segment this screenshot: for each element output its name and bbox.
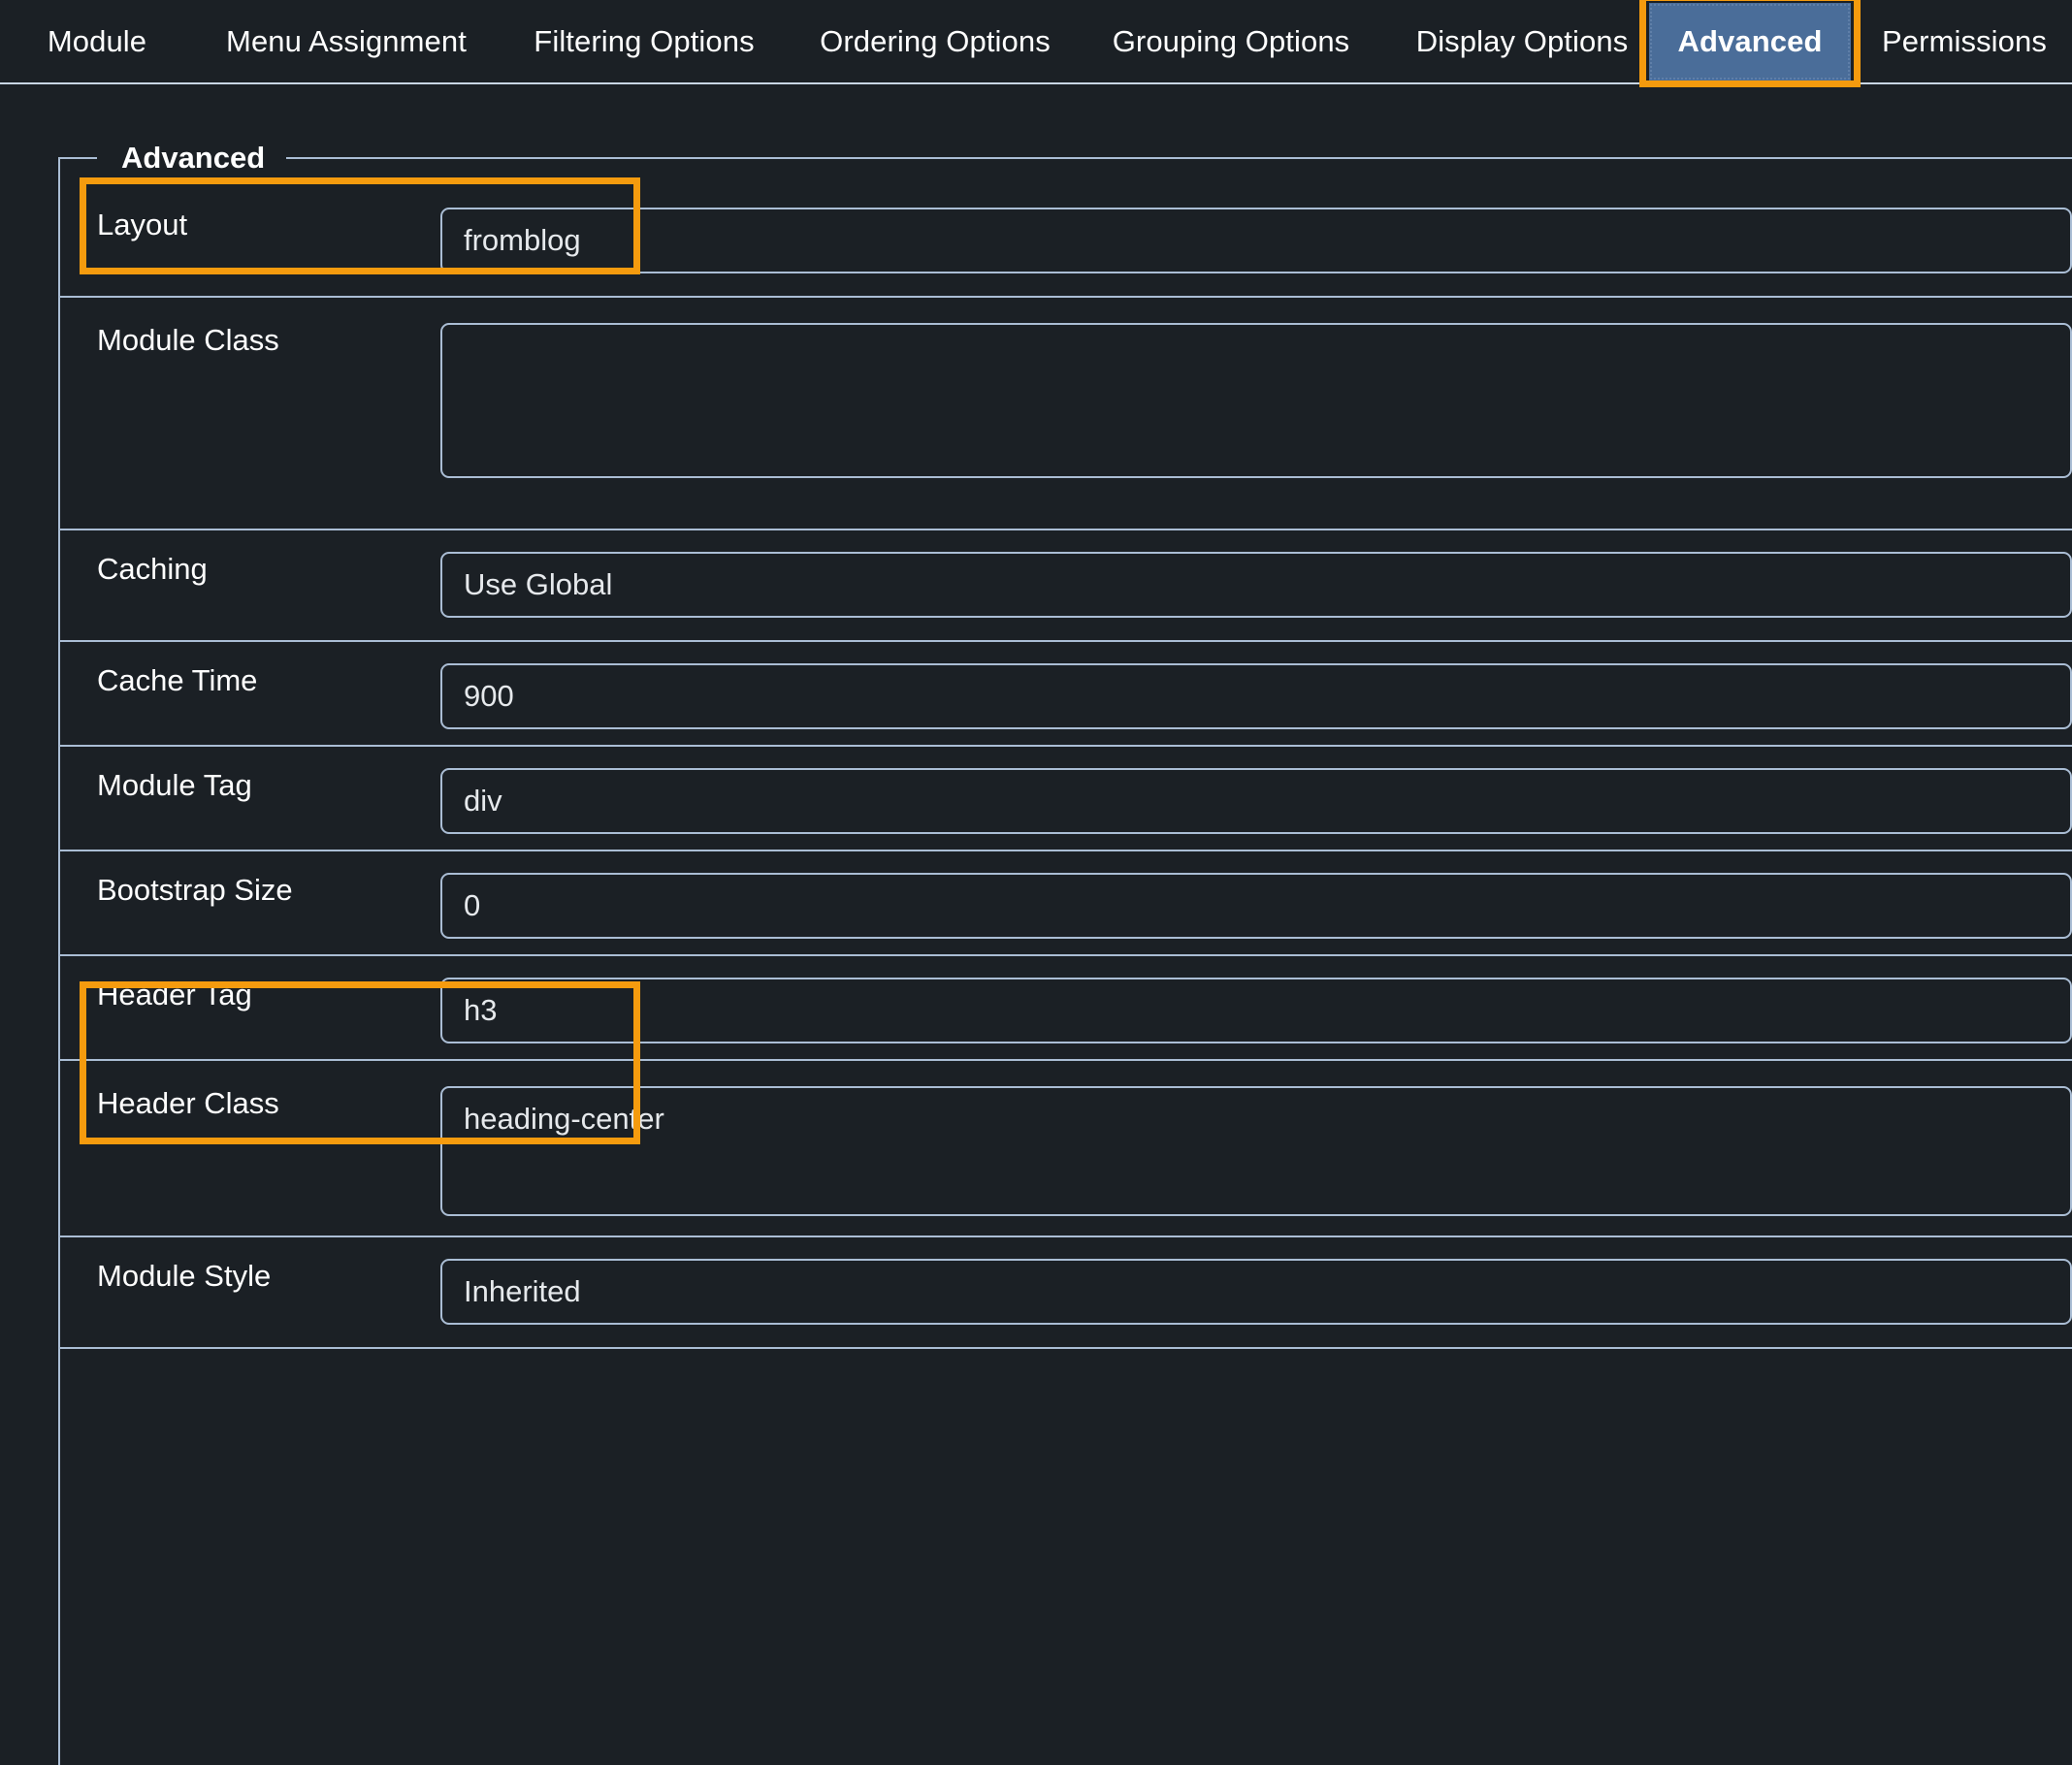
advanced-panel: Advanced Layout Module Class Caching Use… (0, 84, 2072, 1765)
field-control-wrapper (440, 323, 2072, 478)
tab-display-options[interactable]: Display Options (1381, 0, 1663, 82)
field-label-layout: Layout (97, 208, 188, 241)
tab-ordering-options[interactable]: Ordering Options (790, 0, 1081, 82)
field-label-module-tag: Module Tag (97, 768, 252, 802)
field-label-module-style: Module Style (97, 1259, 272, 1293)
tab-label: Display Options (1415, 23, 1629, 58)
field-control-wrapper: 0 (440, 873, 2072, 939)
bootstrap-size-select[interactable]: 0 (440, 873, 2072, 939)
row-module-style: Module Style Inherited (60, 1237, 2072, 1349)
tab-label: Permissions (1882, 23, 2047, 58)
tab-bar: Module Menu Assignment Filtering Options… (0, 0, 2072, 87)
field-control-wrapper: Use Global (440, 552, 2072, 618)
module-style-select[interactable]: Inherited (440, 1259, 2072, 1325)
field-label-header-class: Header Class (97, 1086, 279, 1120)
row-header-class: Header Class heading-center (60, 1061, 2072, 1237)
field-control-wrapper: heading-center (440, 1086, 2072, 1216)
tab-label: Module (47, 23, 147, 58)
cache-time-input[interactable] (440, 663, 2072, 729)
field-label-cache-time: Cache Time (97, 663, 258, 697)
field-control-wrapper: div (440, 768, 2072, 834)
layout-input[interactable] (440, 208, 2072, 273)
fieldset-legend: Advanced (102, 141, 285, 176)
field-label-bootstrap-size: Bootstrap Size (97, 873, 293, 907)
field-control-wrapper: h3 (440, 978, 2072, 1043)
tab-filtering-options[interactable]: Filtering Options (499, 0, 790, 82)
row-header-tag: Header Tag h3 (60, 956, 2072, 1061)
tab-permissions[interactable]: Permissions (1857, 0, 2072, 82)
row-caching: Caching Use Global (60, 530, 2072, 642)
tab-label: Menu Assignment (226, 23, 467, 58)
tab-label: Grouping Options (1112, 23, 1350, 58)
tab-label: Filtering Options (534, 23, 755, 58)
tab-menu-assignment[interactable]: Menu Assignment (194, 0, 499, 82)
field-label-header-tag: Header Tag (97, 978, 252, 1011)
tab-module[interactable]: Module (0, 0, 194, 82)
row-bootstrap-size: Bootstrap Size 0 (60, 851, 2072, 956)
row-module-tag: Module Tag div (60, 747, 2072, 851)
header-class-textarea[interactable]: heading-center (440, 1086, 2072, 1216)
field-control-wrapper (440, 208, 2072, 273)
caching-select[interactable]: Use Global (440, 552, 2072, 618)
module-tag-select[interactable]: div (440, 768, 2072, 834)
module-class-textarea[interactable] (440, 323, 2072, 478)
field-control-wrapper (440, 663, 2072, 729)
tab-label: Advanced (1677, 24, 1823, 58)
header-tag-select[interactable]: h3 (440, 978, 2072, 1043)
row-module-class: Module Class (60, 298, 2072, 530)
field-label-caching: Caching (97, 552, 208, 586)
field-control-wrapper: Inherited (440, 1259, 2072, 1325)
tab-label: Ordering Options (820, 23, 1051, 58)
field-label-module-class: Module Class (97, 323, 279, 357)
tab-grouping-options[interactable]: Grouping Options (1081, 0, 1381, 82)
row-cache-time: Cache Time (60, 642, 2072, 747)
tab-advanced[interactable]: Advanced (1649, 3, 1851, 80)
row-layout: Layout (60, 186, 2072, 298)
